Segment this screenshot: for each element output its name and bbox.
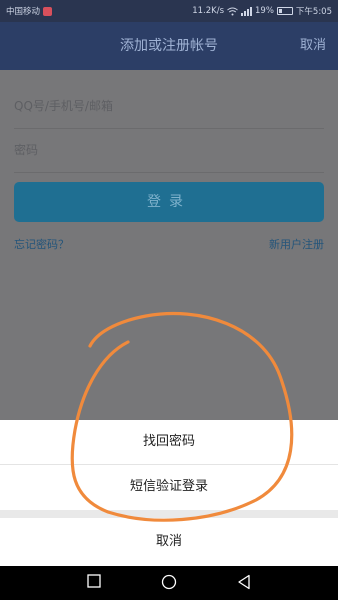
status-bar-left: 中国移动	[6, 5, 53, 17]
sheet-cancel-button[interactable]: 取消	[0, 518, 338, 566]
back-nav-icon	[238, 574, 250, 590]
app-header: 添加或注册帐号 取消	[0, 22, 338, 70]
wifi-icon	[227, 7, 238, 15]
notification-badge-icon	[43, 6, 53, 16]
register-link[interactable]: 新用户注册	[269, 236, 324, 252]
login-form: QQ号/手机号/邮箱 密码 登录 忘记密码？ 新用户注册	[0, 70, 338, 420]
clock: 下午5:05	[295, 7, 332, 17]
account-input[interactable]: QQ号/手机号/邮箱	[14, 84, 324, 129]
header-cancel-button[interactable]: 取消	[300, 22, 326, 70]
back-button[interactable]	[224, 566, 264, 600]
login-button[interactable]: 登录	[14, 182, 324, 222]
battery-percent: 19%	[255, 6, 274, 16]
network-speed: 11.2K/s	[192, 6, 224, 16]
forgot-password-link[interactable]: 忘记密码？	[14, 236, 69, 252]
sms-login-option[interactable]: 短信验证登录	[0, 465, 338, 509]
home-nav-icon	[161, 574, 177, 590]
sheet-divider	[0, 510, 338, 518]
password-input[interactable]: 密码	[14, 128, 324, 173]
recent-apps-button[interactable]	[74, 566, 114, 600]
system-navigation-bar	[0, 566, 338, 600]
battery-icon	[276, 7, 293, 15]
carrier-label: 中国移动	[6, 7, 41, 17]
status-bar-right: 11.2K/s 19% 下午5:05	[192, 5, 332, 17]
status-bar: 中国移动 11.2K/s 19% 下午5:05	[0, 0, 338, 22]
home-button[interactable]	[149, 566, 189, 600]
signal-icon	[241, 6, 252, 16]
find-password-option[interactable]: 找回密码	[0, 420, 338, 465]
action-sheet: 找回密码 短信验证登录 取消	[0, 420, 338, 566]
page-title: 添加或注册帐号	[120, 38, 218, 54]
recent-apps-icon	[87, 574, 101, 588]
